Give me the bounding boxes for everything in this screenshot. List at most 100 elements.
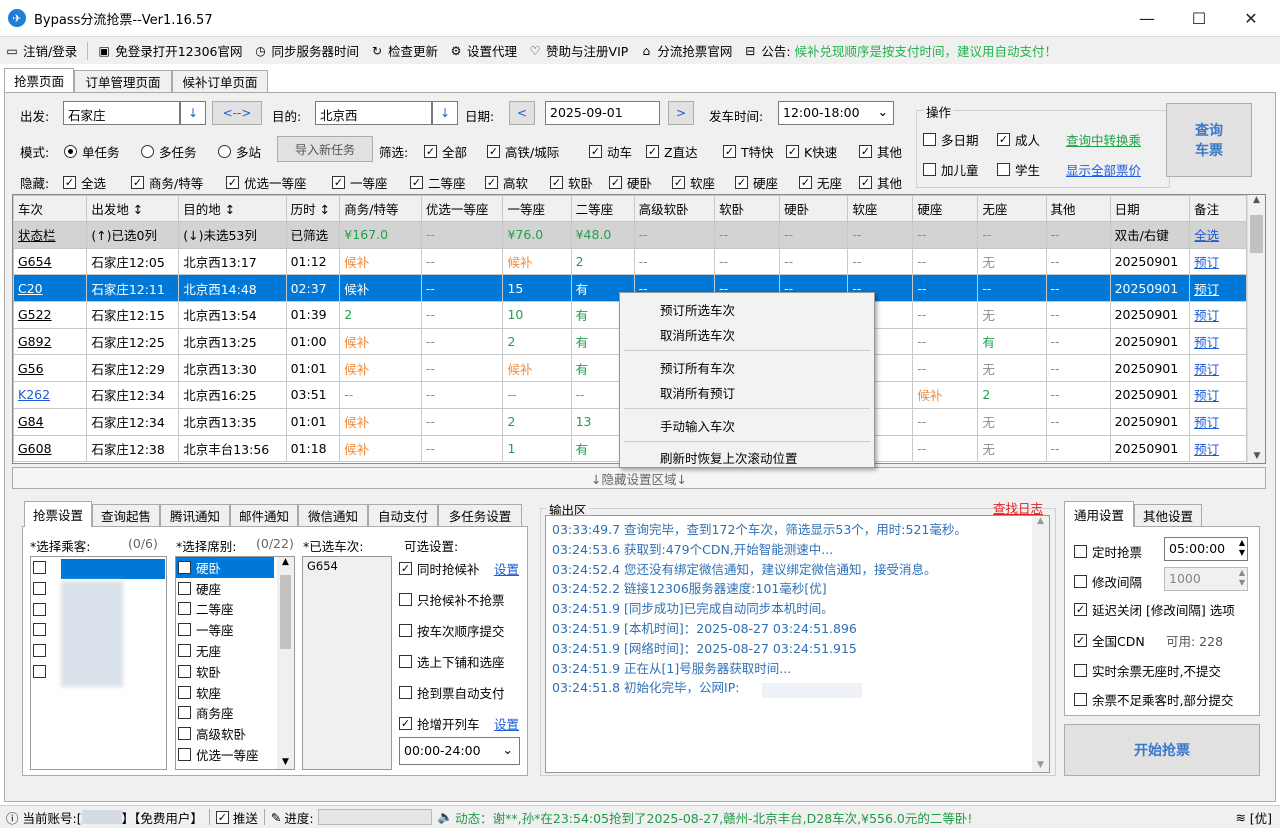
passenger-checkbox[interactable] xyxy=(33,623,46,637)
passenger-checkbox[interactable] xyxy=(33,561,46,574)
status-cell-16[interactable]: 全选 xyxy=(1189,221,1247,249)
column-header-1[interactable]: 出发地 ↕ xyxy=(86,195,180,222)
option-checkbox-2[interactable]: 按车次顺序提交 xyxy=(399,621,505,640)
minimize-button[interactable]: — xyxy=(1122,0,1172,36)
scroll-thumb[interactable] xyxy=(1250,215,1263,253)
filter-checkbox-1[interactable]: ✓ 高铁/城际 xyxy=(487,142,559,161)
filter-checkbox-0[interactable]: ✓ 全部 xyxy=(424,142,467,161)
scroll-down-icon[interactable]: ▼ xyxy=(1248,451,1265,461)
book-link[interactable]: 预订 xyxy=(1189,381,1247,409)
settings-tab-1[interactable]: 查询起售 xyxy=(92,504,160,526)
tab-orders[interactable]: 订单管理页面 xyxy=(74,70,172,92)
spinner-icon[interactable]: ▲ ▼ xyxy=(1239,568,1245,588)
to-dropdown-button[interactable]: ↓ xyxy=(432,101,458,125)
column-header-2[interactable]: 目的地 ↕ xyxy=(178,195,287,222)
sponsor-vip-button[interactable]: ♡ 赞助与注册VIP xyxy=(527,41,629,60)
transfer-query-link[interactable]: 查询中转换乘 xyxy=(1066,130,1141,149)
filter-checkbox-3[interactable]: ✓ Z直达 xyxy=(646,142,698,161)
scroll-down-icon[interactable]: ▼ xyxy=(277,757,294,767)
nationwide-cdn-checkbox[interactable]: ✓ 全国CDN xyxy=(1074,631,1145,650)
next-date-button[interactable]: > xyxy=(668,101,694,125)
multi-date-checkbox[interactable]: 多日期 xyxy=(923,130,979,149)
hide-checkbox-8[interactable]: ✓ 软座 xyxy=(672,173,715,192)
from-station-input[interactable]: 石家庄 xyxy=(63,101,180,125)
scroll-up-icon[interactable]: ▲ xyxy=(277,557,294,567)
tab-booking[interactable]: 抢票页面 xyxy=(4,68,74,92)
hide-checkbox-3[interactable]: ✓ 一等座 xyxy=(332,173,388,192)
date-input[interactable]: 2025-09-01 xyxy=(545,101,660,125)
hide-checkbox-6[interactable]: ✓ 软卧 xyxy=(550,173,593,192)
timed-booking-time-input[interactable]: 05:00:00 ▲ ▼ xyxy=(1164,537,1248,561)
push-label[interactable]: 推送 xyxy=(233,808,258,827)
menu-cancel-selected[interactable]: 取消所选车次 xyxy=(660,325,735,344)
column-header-3[interactable]: 历时 ↕ xyxy=(285,195,341,222)
sync-time-button[interactable]: ◷ 同步服务器时间 xyxy=(252,41,359,60)
column-header-15[interactable]: 日期 xyxy=(1109,195,1191,222)
settings-tab-3[interactable]: 邮件通知 xyxy=(230,504,298,526)
filter-checkbox-5[interactable]: ✓ K快速 xyxy=(786,142,837,161)
spinner-icon[interactable]: ▲ ▼ xyxy=(1239,538,1245,558)
table-cell[interactable]: G608 xyxy=(13,434,88,463)
option-checkbox-0[interactable]: ✓ 同时抢候补 设置 xyxy=(399,559,519,578)
hide-checkbox-0[interactable]: ✓ 全选 xyxy=(63,173,106,192)
scroll-up-icon[interactable]: ▲ xyxy=(1032,516,1049,526)
open-12306-button[interactable]: ▣ 免登录打开12306官网 xyxy=(96,41,243,60)
settings-tab-4[interactable]: 微信通知 xyxy=(298,504,368,526)
official-site-button[interactable]: ⌂ 分流抢票官网 xyxy=(638,41,733,60)
column-header-16[interactable]: 备注 xyxy=(1189,195,1247,222)
proxy-settings-button[interactable]: ⚙ 设置代理 xyxy=(448,41,517,60)
hide-checkbox-9[interactable]: ✓ 硬座 xyxy=(735,173,778,192)
passenger-checkbox[interactable] xyxy=(33,644,46,658)
column-header-5[interactable]: 优选一等座 xyxy=(420,195,504,222)
column-header-14[interactable]: 其他 xyxy=(1045,195,1111,222)
column-header-13[interactable]: 无座 xyxy=(977,195,1047,222)
column-header-8[interactable]: 高级软卧 xyxy=(633,195,716,222)
table-cell[interactable]: C20 xyxy=(13,274,88,303)
menu-restore-scroll[interactable]: 刷新时恢复上次滚动位置 xyxy=(660,448,798,467)
hide-checkbox-1[interactable]: ✓ 商务/特等 xyxy=(131,173,203,192)
menu-cancel-all[interactable]: 取消所有预订 xyxy=(660,383,735,402)
option-checkbox-1[interactable]: 只抢候补不抢票 xyxy=(399,590,505,609)
prev-date-button[interactable]: < xyxy=(509,101,535,125)
query-tickets-button[interactable]: 查询 车票 xyxy=(1166,103,1252,177)
column-header-7[interactable]: 二等座 xyxy=(570,195,635,222)
settings-tab-6[interactable]: 多任务设置 xyxy=(438,504,522,526)
option-checkbox-3[interactable]: 选上下铺和选座 xyxy=(399,652,505,671)
passenger-checkbox[interactable] xyxy=(33,581,46,595)
tab-other-settings[interactable]: 其他设置 xyxy=(1134,504,1202,526)
hide-checkbox-10[interactable]: ✓ 无座 xyxy=(799,173,842,192)
table-row[interactable]: G654 石家庄12:05 北京西13:17 01:12 候补 -- 候补 2 -- -- -- --… xyxy=(13,247,1247,276)
realtime-no-seat-checkbox[interactable]: 实时余票无座时,不提交 xyxy=(1074,661,1221,680)
tab-general-settings[interactable]: 通用设置 xyxy=(1064,501,1134,527)
scroll-down-icon[interactable]: ▼ xyxy=(1032,760,1049,770)
maximize-button[interactable]: ☐ xyxy=(1174,0,1224,36)
column-header-6[interactable]: 一等座 xyxy=(502,195,572,222)
settings-tab-2[interactable]: 腾讯通知 xyxy=(160,504,230,526)
start-booking-button[interactable]: 开始抢票 xyxy=(1064,724,1260,776)
selected-train-item[interactable]: G654 xyxy=(303,557,391,575)
hide-checkbox-2[interactable]: ✓ 优选一等座 xyxy=(226,173,307,192)
tab-waitlist-orders[interactable]: 候补订单页面 xyxy=(172,70,268,92)
student-checkbox[interactable]: 学生 xyxy=(997,160,1040,179)
column-header-11[interactable]: 软座 xyxy=(847,195,914,222)
column-header-10[interactable]: 硬卧 xyxy=(779,195,849,222)
option-settings-link[interactable]: 设置 xyxy=(494,559,519,578)
book-link[interactable]: 预订 xyxy=(1189,434,1247,463)
passenger-checkbox[interactable] xyxy=(33,665,46,678)
time-range-select[interactable]: 00:00-24:00 ⌄ xyxy=(399,737,520,765)
to-station-input[interactable]: 北京西 xyxy=(315,101,432,125)
option-checkbox-4[interactable]: 抢到票自动支付 xyxy=(399,683,505,702)
seat-list-scrollbar[interactable]: ▲ ▼ xyxy=(277,557,294,769)
book-link[interactable]: 预订 xyxy=(1189,327,1247,356)
show-all-prices-link[interactable]: 显示全部票价 xyxy=(1066,160,1141,179)
book-link[interactable]: 预订 xyxy=(1189,247,1247,276)
passenger-selected-row[interactable] xyxy=(61,559,165,579)
interval-input[interactable]: 1000 ▲ ▼ xyxy=(1164,567,1248,591)
table-cell[interactable]: G56 xyxy=(13,354,88,383)
swap-stations-button[interactable]: <--> xyxy=(212,101,262,125)
filter-checkbox-2[interactable]: ✓ 动车 xyxy=(589,142,632,161)
partial-submit-checkbox[interactable]: 余票不足乘客时,部分提交 xyxy=(1074,690,1233,709)
login-button[interactable]: ▭ 注销/登录 xyxy=(4,41,77,60)
option-settings-link[interactable]: 设置 xyxy=(494,714,519,733)
adult-checkbox[interactable]: ✓ 成人 xyxy=(997,130,1040,149)
